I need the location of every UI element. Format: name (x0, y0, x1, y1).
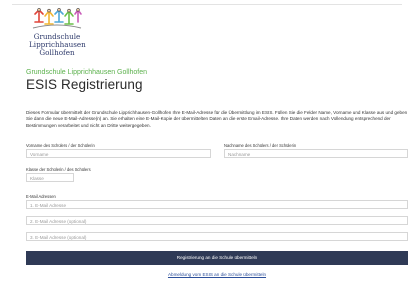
submit-registration-button[interactable]: Registrierung an die Schule übermitteln (26, 251, 408, 265)
class-label: Klasse der Schülerin / des Schülers (26, 167, 91, 172)
logo-text-line-3: Gollhofen (39, 48, 75, 57)
intro-text: Dieses Formular übermittelt der Grundsch… (26, 110, 408, 128)
top-divider (12, 4, 402, 5)
firstname-placeholder: Vorname (30, 151, 49, 157)
lastname-placeholder: Nachname (228, 151, 251, 157)
email-3-placeholder: 3. E-Mail Adresse (optional) (30, 234, 87, 240)
firstname-input[interactable]: Vorname (26, 149, 211, 158)
class-input[interactable]: Klasse (26, 173, 74, 182)
page-title: ESIS Registrierung (26, 77, 143, 92)
firstname-label: Vorname des Schülers / der Schülerin (26, 143, 95, 148)
emails-label: E-Mail Adressen (26, 194, 56, 199)
class-placeholder: Klasse (30, 175, 44, 181)
email-2-input[interactable]: 2. E-Mail Adresse (optional) (26, 216, 408, 225)
lastname-input[interactable]: Nachname (224, 149, 408, 158)
school-name: Grundschule Lipprichhausen Gollhofen (26, 69, 148, 76)
email-3-input[interactable]: 3. E-Mail Adresse (optional) (26, 232, 408, 241)
email-1-input[interactable]: 1. E-Mail Adresse (26, 200, 408, 209)
school-logo: Grundschule Lipprichhausen Gollhofen (29, 8, 86, 60)
email-2-placeholder: 2. E-Mail Adresse (optional) (30, 218, 87, 224)
deregistration-link[interactable]: Abmeldung vom ESIS an die Schule übermit… (26, 272, 408, 277)
lastname-label: Nachname des Schülers / der Schülerin (224, 143, 297, 148)
children-figures-icon (32, 8, 82, 29)
email-1-placeholder: 1. E-Mail Adresse (30, 202, 66, 208)
